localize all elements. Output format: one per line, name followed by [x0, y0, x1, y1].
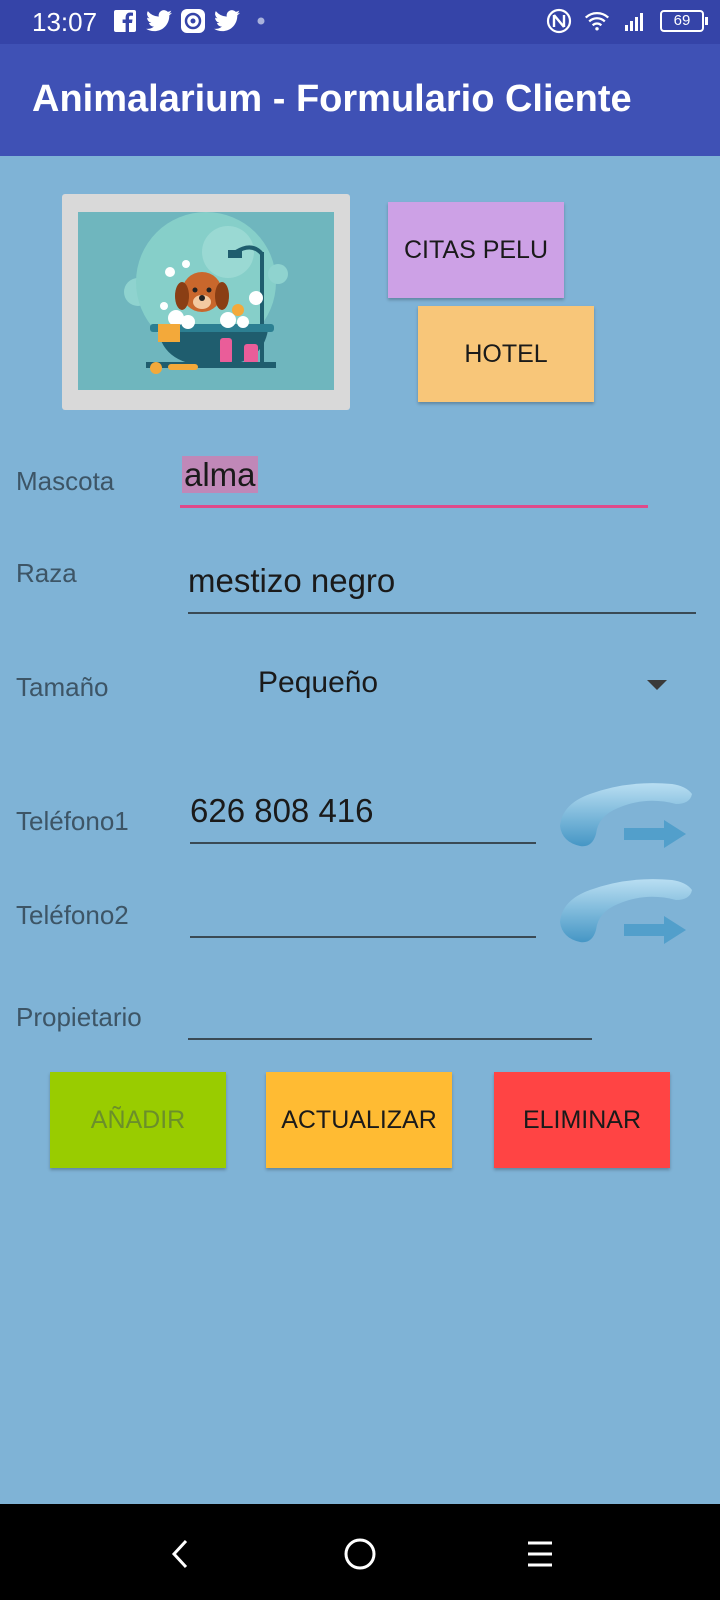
- telefono1-input[interactable]: 626 808 416: [190, 786, 536, 844]
- menu-icon[interactable]: [520, 1534, 560, 1574]
- dropdown-arrow-icon[interactable]: [647, 680, 667, 690]
- nfc-icon: [546, 8, 572, 34]
- status-bar: 13:07 69: [0, 0, 720, 44]
- mascota-selected-text: alma: [182, 456, 258, 493]
- facebook-icon: [112, 8, 138, 34]
- tamano-spinner[interactable]: Pequeño: [258, 666, 378, 700]
- twitter-icon: [146, 8, 172, 34]
- add-button[interactable]: AÑADIR: [50, 1072, 226, 1168]
- tamano-label: Tamaño: [16, 672, 109, 702]
- telefono2-label: Teléfono2: [16, 900, 129, 930]
- mascota-input[interactable]: alma: [180, 450, 648, 508]
- raza-label: Raza: [16, 558, 77, 588]
- wifi-icon: [584, 8, 610, 34]
- battery-icon: 69: [660, 10, 708, 32]
- navigation-bar: [0, 1504, 720, 1600]
- hotel-button[interactable]: HOTEL: [418, 306, 594, 402]
- telefono1-label: Teléfono1: [16, 806, 129, 836]
- mascota-label: Mascota: [16, 466, 115, 496]
- app-bar: Animalarium - Formulario Cliente: [0, 44, 720, 156]
- status-time: 13:07: [32, 7, 98, 37]
- propietario-label: Propietario: [16, 1002, 142, 1032]
- home-icon[interactable]: [340, 1534, 380, 1574]
- back-icon[interactable]: [160, 1534, 200, 1574]
- raza-input[interactable]: mestizo negro: [188, 556, 696, 614]
- dot-icon: [248, 8, 274, 34]
- propietario-input[interactable]: [188, 982, 592, 1040]
- signal-icon: [622, 8, 648, 34]
- app-icon: [180, 8, 206, 34]
- call-phone1-icon[interactable]: [552, 780, 696, 852]
- citas-pelu-button[interactable]: CITAS PELU: [388, 202, 564, 298]
- system-icons: 69: [546, 8, 708, 34]
- telefono2-input[interactable]: [190, 880, 536, 938]
- update-button[interactable]: ACTUALIZAR: [266, 1072, 452, 1168]
- delete-button[interactable]: ELIMINAR: [494, 1072, 670, 1168]
- pet-bath-image: [78, 212, 334, 390]
- pet-image-frame: [62, 194, 350, 410]
- twitter-icon: [214, 8, 240, 34]
- notification-icons: [112, 8, 274, 34]
- call-phone2-icon[interactable]: [552, 876, 696, 948]
- page-title: Animalarium - Formulario Cliente: [32, 78, 632, 120]
